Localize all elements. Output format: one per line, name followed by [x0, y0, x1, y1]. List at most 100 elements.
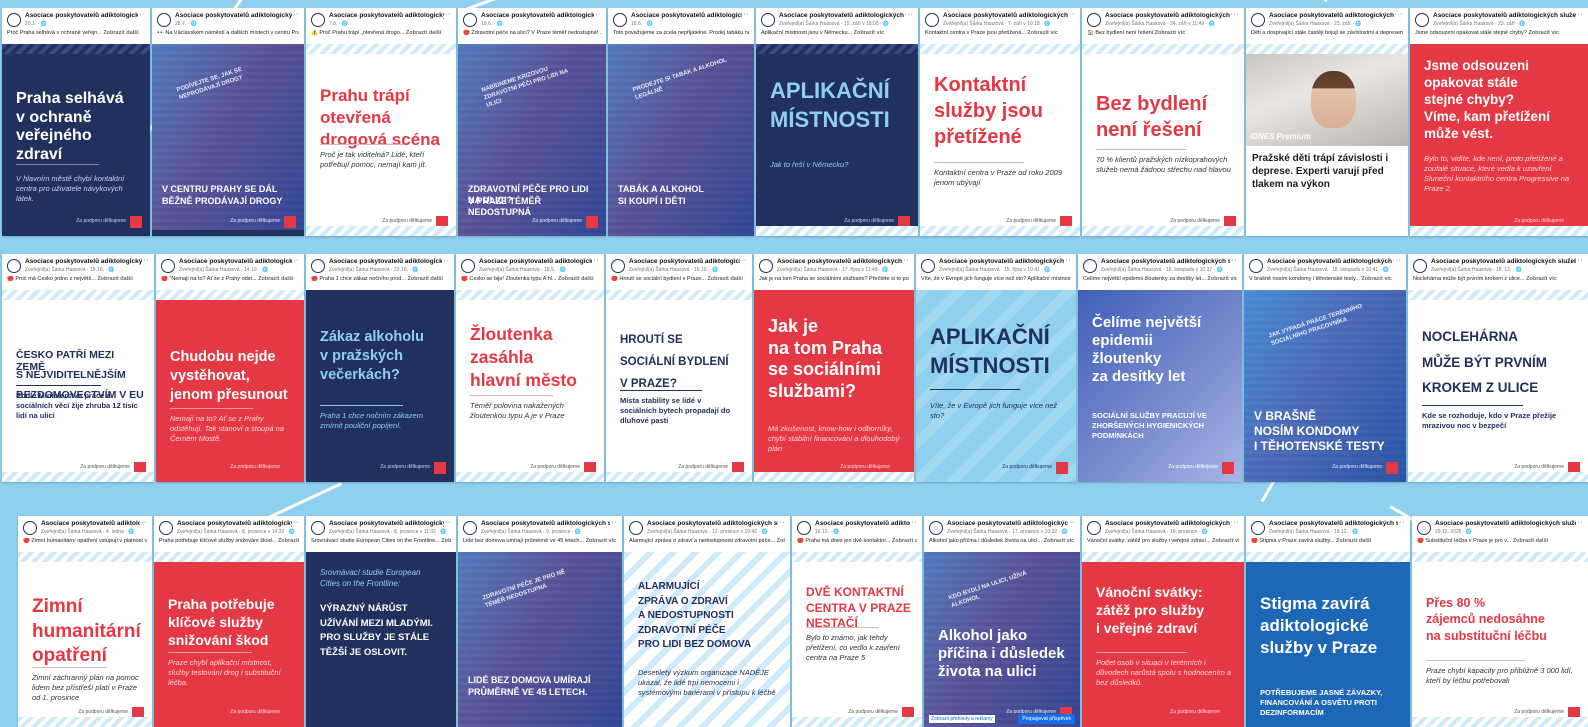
- post-image[interactable]: Praha potřebuje klíčové služby snižování š…: [154, 552, 304, 727]
- see-more-link[interactable]: Zobrazit další: [406, 30, 441, 36]
- more-options-icon[interactable]: ···: [609, 519, 618, 526]
- more-options-icon[interactable]: ···: [137, 11, 146, 18]
- more-options-icon[interactable]: ···: [443, 11, 452, 18]
- page-avatar[interactable]: [7, 13, 21, 27]
- post-image[interactable]: Zdravotní péče je pro ně téměř nedostupn…: [458, 552, 622, 727]
- page-name[interactable]: Asociace poskytovatelů adiktologických s…: [1435, 520, 1576, 528]
- page-avatar[interactable]: [759, 259, 773, 273]
- post-image[interactable]: Prahu trápí otevřená drogová scéna Proč je …: [306, 44, 456, 236]
- page-avatar[interactable]: [1087, 13, 1101, 27]
- post-image[interactable]: Žloutenka zasáhla hlavní město Téměř polovi…: [456, 290, 604, 482]
- post-card[interactable]: Asociace poskytovatelů adiktologických s…: [606, 254, 752, 482]
- more-options-icon[interactable]: ···: [593, 11, 602, 18]
- post-card[interactable]: Asociace poskytovatelů adiktologických s…: [306, 8, 456, 236]
- page-name[interactable]: Asociace poskytovatelů adiktologických s…: [329, 12, 444, 20]
- see-more-link[interactable]: Zobrazit víc: [1526, 276, 1557, 282]
- more-options-icon[interactable]: ···: [443, 519, 452, 526]
- see-more-link[interactable]: Zobrazit další: [892, 538, 917, 544]
- page-name[interactable]: Asociace poskytovatelů adiktologických s…: [1269, 520, 1398, 528]
- post-image[interactable]: ALARMUJÍCÍ ZPRÁVA O ZDRAVÍ A NEDOSTUPNOSTI…: [624, 552, 790, 727]
- post-card[interactable]: Asociace poskytovatelů adiktologických s…: [456, 254, 604, 482]
- more-options-icon[interactable]: ···: [1575, 257, 1584, 264]
- page-avatar[interactable]: [1417, 521, 1431, 535]
- post-image[interactable]: Chudobu nejde vystěhovat, jenom přesunout N…: [156, 290, 304, 482]
- page-avatar[interactable]: [463, 521, 477, 535]
- post-image[interactable]: Prodejte si tabák a alkohol legálně TABÁK…: [608, 44, 754, 236]
- post-card[interactable]: Asociace poskytovatelů adiktologických s…: [2, 8, 150, 236]
- page-avatar[interactable]: [461, 259, 475, 273]
- page-name[interactable]: Asociace poskytovatelů adiktologických s…: [479, 258, 592, 266]
- page-name[interactable]: Asociace poskytovatelů adiktologických s…: [779, 12, 906, 20]
- more-options-icon[interactable]: ···: [1231, 519, 1240, 526]
- more-options-icon[interactable]: ···: [1229, 257, 1238, 264]
- post-card[interactable]: Asociace poskytovatelů adiktologických s…: [624, 516, 790, 727]
- see-more-link[interactable]: Zobrazit další: [707, 276, 742, 282]
- page-avatar[interactable]: [159, 521, 173, 535]
- page-avatar[interactable]: [311, 13, 325, 27]
- page-name[interactable]: Asociace poskytovatelů adiktologických s…: [1101, 258, 1230, 266]
- post-card[interactable]: Asociace poskytovatelů adiktologických s…: [916, 254, 1076, 482]
- page-avatar[interactable]: [611, 259, 625, 273]
- more-options-icon[interactable]: ···: [291, 519, 300, 526]
- post-image[interactable]: Přes 80 % zájemců nedosáhne na substituční…: [1412, 552, 1588, 727]
- page-name[interactable]: Asociace poskytovatelů adiktologických s…: [777, 258, 902, 266]
- post-image[interactable]: Čelíme největší epidemii žloutenky za desít…: [1078, 290, 1242, 482]
- post-card[interactable]: Asociace poskytovatelů adiktologických s…: [920, 8, 1080, 236]
- post-card[interactable]: Asociace poskytovatelů adiktologických s…: [156, 254, 304, 482]
- see-more-link[interactable]: Zobrazit další: [103, 30, 138, 36]
- page-avatar[interactable]: [157, 13, 171, 27]
- more-options-icon[interactable]: ···: [777, 519, 786, 526]
- post-card[interactable]: Asociace poskytovatelů adiktologických s…: [154, 516, 304, 727]
- see-more-link[interactable]: Zobrazit víc: [1207, 276, 1237, 282]
- page-name[interactable]: Asociace poskytovatelů adiktologických s…: [481, 12, 594, 20]
- post-card[interactable]: Asociace poskytovatelů adiktologických s…: [1082, 8, 1244, 236]
- page-name[interactable]: Asociace poskytovatelů adiktologických s…: [25, 12, 138, 20]
- post-image[interactable]: Praha selhává v ochraně veřejného zdraví V …: [2, 44, 150, 236]
- see-more-link[interactable]: Zobrazit další: [258, 276, 293, 282]
- more-options-icon[interactable]: ···: [1231, 11, 1240, 18]
- see-more-link[interactable]: Zobrazit víc: [586, 538, 617, 544]
- more-options-icon[interactable]: ···: [1067, 519, 1076, 526]
- page-name[interactable]: Asociace poskytovatelů adiktologických s…: [1105, 12, 1232, 20]
- post-image[interactable]: ČESKO PATŘÍ MEZI ZEMĚ S NEJVIDITELNĚJŠÍM B…: [2, 290, 154, 482]
- page-name[interactable]: Asociace poskytovatelů adiktologických s…: [1431, 258, 1576, 266]
- post-image[interactable]: Kdo bydlí na ulici, užívá alkohol Alkohol…: [924, 552, 1080, 727]
- more-options-icon[interactable]: ···: [1063, 257, 1072, 264]
- page-avatar[interactable]: [161, 259, 175, 273]
- see-more-link[interactable]: Zobrazit víc: [1027, 30, 1058, 36]
- page-avatar[interactable]: [1083, 259, 1097, 273]
- more-options-icon[interactable]: ···: [1393, 257, 1402, 264]
- post-card[interactable]: Asociace poskytovatelů adiktologických s…: [608, 8, 754, 236]
- see-more-link[interactable]: Zobrazit další: [1336, 538, 1371, 544]
- post-card[interactable]: Asociace poskytovatelů adiktologických s…: [1246, 516, 1410, 727]
- see-more-link[interactable]: Zobrazit víc: [1528, 30, 1559, 36]
- more-options-icon[interactable]: ···: [909, 519, 918, 526]
- page-name[interactable]: Asociace poskytovatelů adiktologických s…: [629, 258, 740, 266]
- post-image[interactable]: Jsme odsouzeni opakovat stále stejné chyby…: [1410, 44, 1588, 236]
- post-card[interactable]: Asociace poskytovatelů adiktologických s…: [306, 516, 456, 727]
- see-more-link[interactable]: Zobrazit víc: [1044, 538, 1075, 544]
- page-avatar[interactable]: [761, 13, 775, 27]
- page-name[interactable]: Asociace poskytovatelů adiktologických s…: [1269, 12, 1396, 20]
- page-name[interactable]: Asociace poskytovatelů adiktologických s…: [41, 520, 140, 528]
- post-card[interactable]: Asociace poskytovatelů adiktologických s…: [1408, 254, 1588, 482]
- post-image[interactable]: APLIKAČNÍ MÍSTNOSTI Jak to řeší v Německu?…: [756, 44, 918, 236]
- page-avatar[interactable]: [629, 521, 643, 535]
- page-avatar[interactable]: [463, 13, 477, 27]
- post-image[interactable]: Kontaktní služby jsou přetížené Kontaktní c…: [920, 44, 1080, 236]
- post-card[interactable]: Asociace poskytovatelů adiktologických s…: [1410, 8, 1588, 236]
- post-image[interactable]: APLIKAČNÍ MÍSTNOSTI Víte, že v Evropě jich…: [916, 290, 1076, 482]
- see-more-link[interactable]: Zobrazit další: [97, 276, 132, 282]
- post-card[interactable]: Asociace poskytovatelů adiktologických s…: [1078, 254, 1242, 482]
- page-name[interactable]: Asociace poskytovatelů adiktologických s…: [815, 520, 910, 528]
- page-name[interactable]: Asociace poskytovatelů adiktologických s…: [1105, 520, 1232, 528]
- page-name[interactable]: Asociace poskytovatelů adiktologických s…: [179, 258, 292, 266]
- post-card[interactable]: Asociace poskytovatelů adiktologických s…: [18, 516, 152, 727]
- post-image[interactable]: iDNES Premium Pražské děti trápí závislos…: [1246, 44, 1408, 236]
- page-avatar[interactable]: [921, 259, 935, 273]
- see-more-link[interactable]: Zobrazit další: [407, 276, 442, 282]
- post-card[interactable]: Asociace poskytovatelů adiktologických s…: [152, 8, 304, 236]
- more-options-icon[interactable]: ···: [1397, 519, 1406, 526]
- page-avatar[interactable]: [613, 13, 627, 27]
- page-name[interactable]: Asociace poskytovatelů adiktologických s…: [177, 520, 292, 528]
